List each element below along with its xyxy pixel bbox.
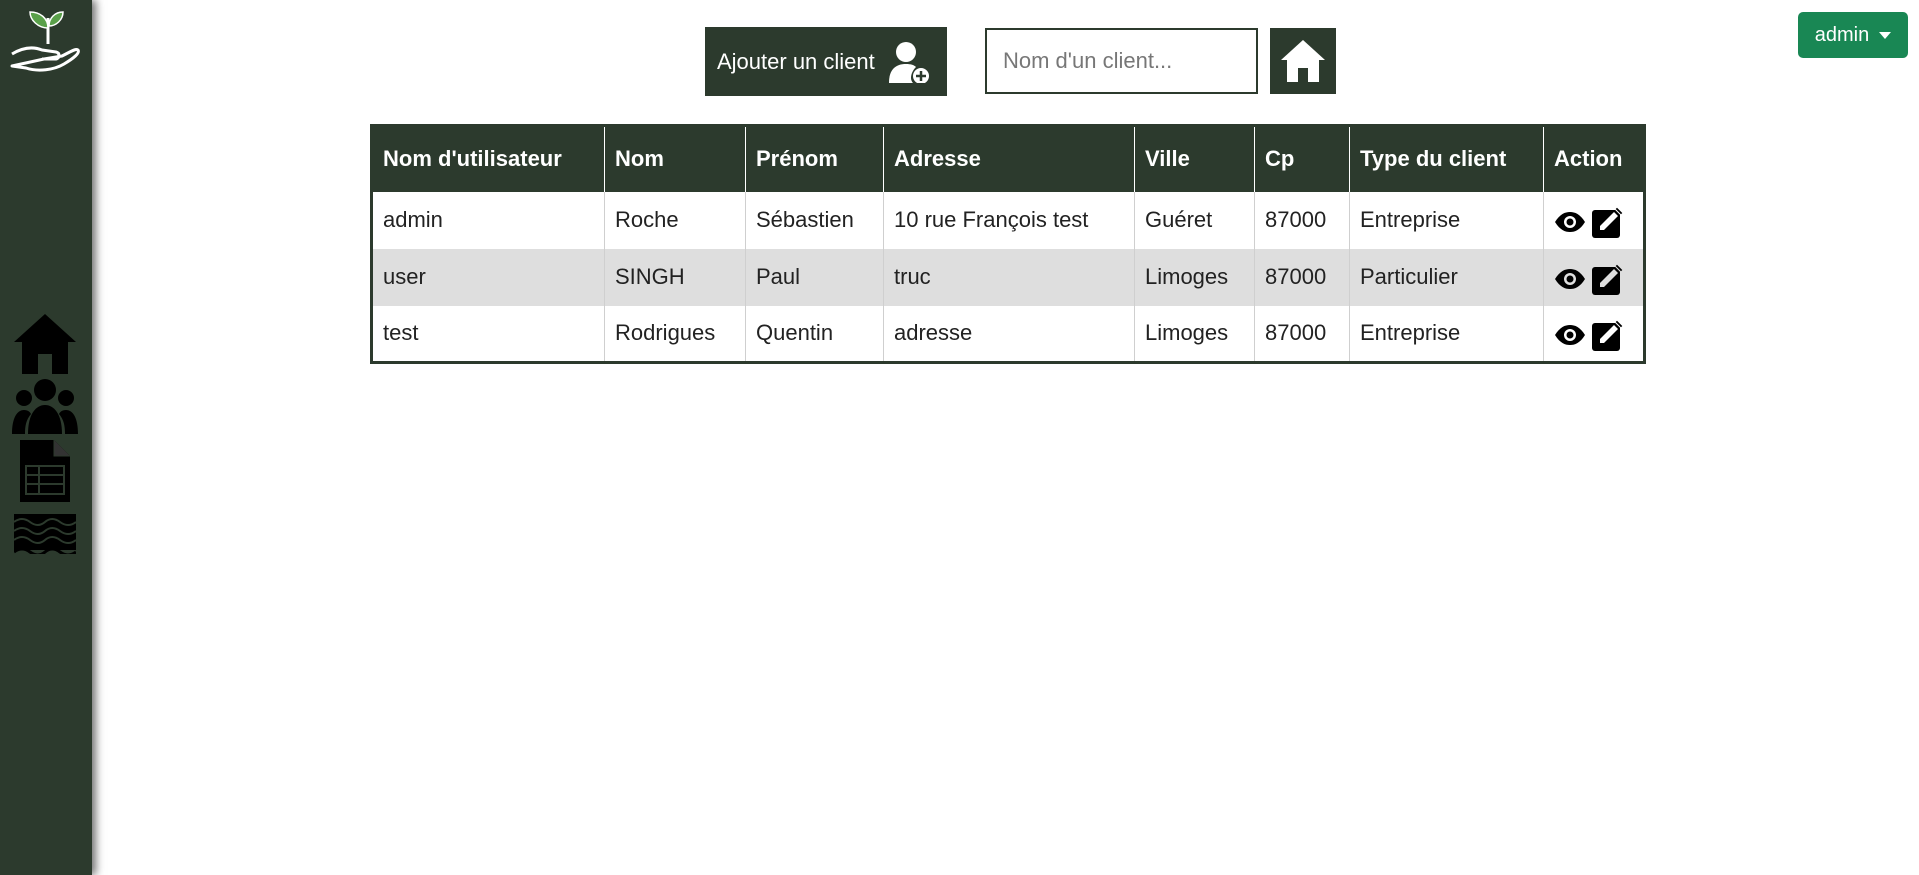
cell-nom: Roche [604, 191, 746, 249]
cell-type: Entreprise [1349, 191, 1544, 249]
edit-icon[interactable] [1592, 319, 1624, 352]
cell-adresse: 10 rue François test [883, 191, 1135, 249]
client-search-input[interactable] [985, 28, 1258, 94]
cell-actions [1544, 306, 1645, 363]
home-button[interactable] [1270, 28, 1336, 94]
user-plus-icon [888, 41, 929, 83]
column-header-prenom: Prénom [745, 125, 884, 192]
edit-icon[interactable] [1592, 263, 1624, 295]
cell-cp: 87000 [1254, 305, 1350, 363]
cell-cp: 87000 [1254, 191, 1350, 249]
column-header-username: Nom d'utilisateur [371, 125, 605, 192]
cell-username: admin [371, 191, 605, 249]
user-menu-label: admin [1814, 23, 1870, 46]
cell-type: Entreprise [1349, 305, 1544, 363]
table-header-row: Nom d'utilisateur Nom Prénom Adresse Vil… [371, 125, 1645, 192]
cell-actions [1544, 192, 1645, 249]
cell-cp: 87000 [1254, 248, 1350, 306]
cell-username: test [371, 305, 605, 363]
sidebar-item-fields[interactable] [14, 512, 80, 554]
column-header-adresse: Adresse [883, 125, 1135, 192]
add-client-button[interactable]: Ajouter un client [705, 27, 947, 96]
column-header-nom: Nom [604, 125, 746, 192]
column-header-type: Type du client [1349, 125, 1544, 192]
sidebar [0, 0, 92, 875]
hand-plant-icon [10, 11, 80, 72]
cell-prenom: Quentin [745, 305, 884, 363]
table-row: admin Roche Sébastien 10 rue François te… [371, 191, 1645, 249]
edit-icon[interactable] [1592, 206, 1624, 238]
column-header-action: Action [1543, 125, 1645, 192]
eye-icon[interactable] [1554, 268, 1586, 290]
cell-nom: Rodrigues [604, 305, 746, 363]
sidebar-item-documents[interactable] [20, 440, 86, 502]
eye-icon[interactable] [1554, 211, 1586, 233]
caret-down-icon [1879, 31, 1892, 39]
table-row: user SINGH Paul truc Limoges 87000 Parti… [371, 248, 1645, 306]
cell-username: user [371, 248, 605, 306]
field-texture-icon [14, 514, 76, 554]
cell-nom: SINGH [604, 248, 746, 306]
column-header-ville: Ville [1134, 125, 1255, 192]
table-row: test Rodrigues Quentin adresse Limoges 8… [371, 305, 1645, 363]
users-icon [12, 379, 78, 434]
sidebar-item-home[interactable] [12, 312, 78, 376]
cell-prenom: Sébastien [745, 191, 884, 249]
cell-ville: Limoges [1134, 248, 1255, 306]
user-menu-dropdown[interactable]: admin [1798, 12, 1908, 58]
spreadsheet-document-icon [20, 440, 70, 502]
cell-prenom: Paul [745, 248, 884, 306]
cell-ville: Guéret [1134, 191, 1255, 249]
add-client-label: Ajouter un client [717, 48, 875, 74]
cell-type: Particulier [1349, 248, 1544, 306]
eye-icon[interactable] [1554, 324, 1586, 346]
column-header-cp: Cp [1254, 125, 1350, 192]
sidebar-item-clients[interactable] [12, 378, 78, 434]
client-table: Nom d'utilisateur Nom Prénom Adresse Vil… [370, 124, 1646, 364]
cell-adresse: adresse [883, 305, 1135, 363]
home-icon [1281, 40, 1325, 82]
cell-adresse: truc [883, 248, 1135, 306]
cell-actions [1544, 249, 1645, 306]
home-icon [14, 314, 76, 374]
cell-ville: Limoges [1134, 305, 1255, 363]
